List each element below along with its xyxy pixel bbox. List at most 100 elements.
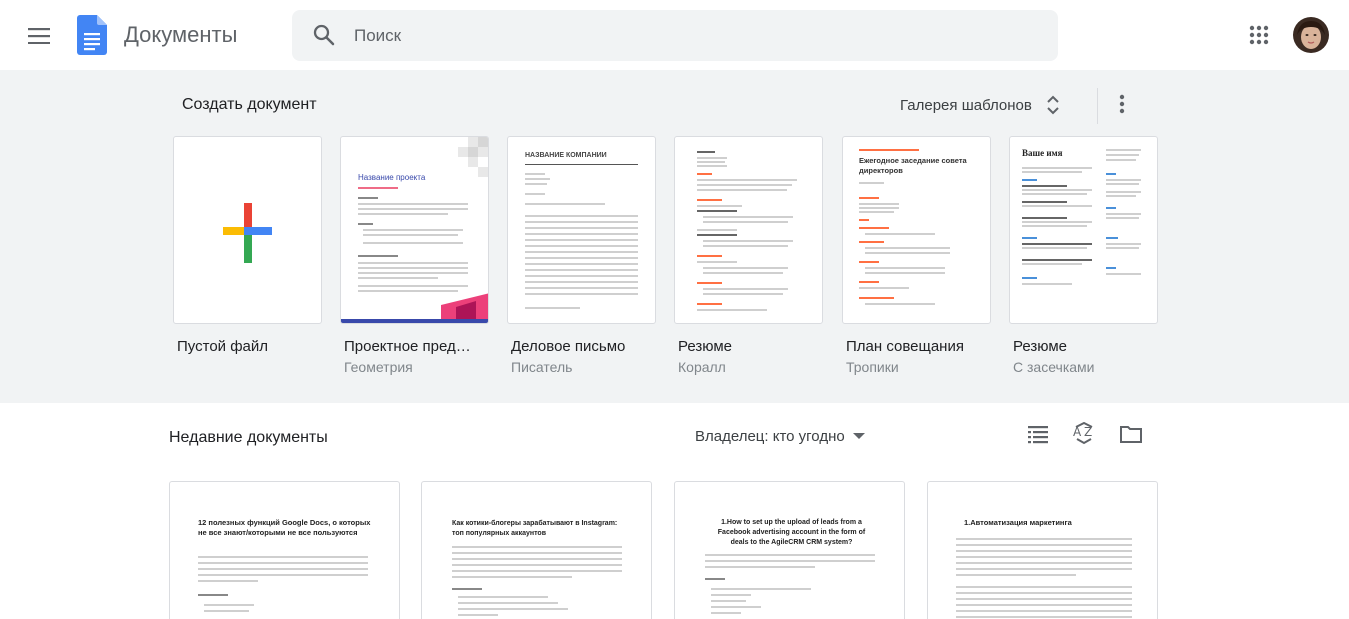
top-header: Документы bbox=[0, 0, 1349, 70]
template-name: Резюме bbox=[678, 338, 732, 355]
text-line bbox=[703, 267, 788, 269]
text-line bbox=[865, 303, 935, 305]
account-avatar[interactable] bbox=[1293, 17, 1329, 53]
text-line bbox=[956, 586, 1132, 588]
text-line bbox=[204, 604, 254, 606]
text-line bbox=[697, 210, 737, 212]
preview-company-name: НАЗВАНИЕ КОМПАНИИ bbox=[525, 152, 607, 159]
text-line bbox=[711, 600, 746, 602]
search-input[interactable] bbox=[354, 10, 1034, 61]
doc-preview-title: 1.How to set up the upload of leads from… bbox=[717, 519, 866, 546]
text-line bbox=[525, 233, 638, 235]
google-apps-grid-icon[interactable] bbox=[1247, 23, 1271, 47]
text-line bbox=[859, 219, 869, 221]
text-line bbox=[358, 277, 438, 279]
preview-project-title: Название проекта bbox=[358, 173, 426, 182]
text-line bbox=[697, 165, 727, 167]
template-thumbnail[interactable]: Ваше имя bbox=[1009, 136, 1158, 324]
template-resume-serif[interactable]: Ваше имя Резюме С засечками bbox=[1009, 136, 1158, 375]
main-menu-button[interactable] bbox=[22, 19, 56, 53]
text-line bbox=[198, 580, 258, 582]
text-line bbox=[697, 189, 787, 191]
text-line bbox=[705, 578, 725, 580]
recent-doc-card[interactable]: 1.Автоматизация маркетинга bbox=[927, 481, 1158, 619]
template-project-proposal[interactable]: Название проекта Проектное пред… Геометр… bbox=[340, 136, 489, 375]
text-line bbox=[525, 263, 638, 265]
text-line bbox=[956, 574, 1076, 576]
text-line bbox=[1106, 217, 1139, 219]
template-subtitle: Писатель bbox=[511, 359, 573, 375]
text-line bbox=[525, 287, 638, 289]
recent-doc-card[interactable]: Как котики-блогеры зарабатывают в Instag… bbox=[421, 481, 652, 619]
text-line bbox=[525, 183, 547, 185]
more-options-icon[interactable] bbox=[1110, 92, 1134, 116]
template-meeting-plan[interactable]: Ежегодное заседание совета директоров Пл… bbox=[842, 136, 991, 375]
text-line bbox=[1022, 193, 1087, 195]
template-subtitle: Коралл bbox=[678, 359, 726, 375]
recent-doc-card[interactable]: 12 полезных функций Google Docs, о котор… bbox=[169, 481, 400, 619]
dropdown-arrow-icon bbox=[852, 433, 865, 439]
text-line bbox=[525, 251, 638, 253]
text-line bbox=[865, 267, 945, 269]
template-name: Резюме bbox=[1013, 338, 1067, 355]
text-line bbox=[859, 287, 909, 289]
template-gallery-section: Создать документ Галерея шаблонов Пустой… bbox=[0, 70, 1349, 403]
text-line bbox=[358, 290, 458, 292]
folder-icon[interactable] bbox=[1119, 422, 1143, 446]
recent-documents-heading: Недавние документы bbox=[169, 429, 328, 446]
recent-doc-card[interactable]: 1.How to set up the upload of leads from… bbox=[674, 481, 905, 619]
template-business-letter[interactable]: НАЗВАНИЕ КОМПАНИИ Деловое письмо Писател bbox=[507, 136, 656, 375]
text-line bbox=[1022, 221, 1092, 223]
text-line bbox=[956, 538, 1132, 540]
search-icon[interactable] bbox=[312, 23, 336, 47]
text-line bbox=[1022, 247, 1087, 249]
search-box[interactable] bbox=[292, 10, 1058, 61]
text-line bbox=[198, 556, 368, 558]
google-docs-logo-icon[interactable] bbox=[77, 15, 107, 55]
text-line bbox=[956, 556, 1132, 558]
text-line bbox=[1106, 179, 1141, 181]
template-resume-coral[interactable]: Резюме Коралл bbox=[674, 136, 823, 375]
list-view-icon[interactable] bbox=[1026, 422, 1050, 446]
text-line bbox=[198, 594, 228, 596]
text-line bbox=[525, 215, 638, 217]
text-line bbox=[859, 197, 879, 199]
template-thumbnail[interactable] bbox=[674, 136, 823, 324]
template-thumbnail[interactable]: Название проекта bbox=[340, 136, 489, 324]
text-line bbox=[956, 598, 1132, 600]
text-line bbox=[1106, 207, 1116, 209]
text-line bbox=[697, 205, 742, 207]
text-line bbox=[697, 157, 727, 159]
text-line bbox=[859, 207, 899, 209]
text-line bbox=[697, 309, 767, 311]
text-line bbox=[452, 564, 622, 566]
text-line bbox=[1022, 189, 1092, 191]
owner-filter-dropdown[interactable]: Владелец: кто угодно bbox=[695, 424, 865, 448]
text-line bbox=[1106, 154, 1139, 156]
text-line bbox=[697, 161, 725, 163]
text-line bbox=[525, 173, 545, 175]
template-thumbnail[interactable] bbox=[173, 136, 322, 324]
text-line bbox=[525, 293, 638, 295]
text-line bbox=[1106, 195, 1136, 197]
template-subtitle: С засечками bbox=[1013, 359, 1095, 375]
text-line bbox=[525, 178, 550, 180]
template-gallery-button[interactable]: Галерея шаблонов bbox=[900, 90, 1062, 120]
template-blank[interactable]: Пустой файл bbox=[173, 136, 322, 355]
template-gallery-label: Галерея шаблонов bbox=[900, 96, 1032, 114]
text-line bbox=[1106, 183, 1139, 185]
template-thumbnail[interactable]: Ежегодное заседание совета директоров bbox=[842, 136, 991, 324]
app-title[interactable]: Документы bbox=[124, 22, 237, 48]
text-line bbox=[452, 570, 622, 572]
sort-az-icon[interactable]: A Z bbox=[1072, 422, 1096, 446]
text-line bbox=[358, 272, 468, 274]
text-line bbox=[1106, 149, 1141, 151]
text-line bbox=[525, 245, 638, 247]
text-line bbox=[697, 303, 722, 305]
text-line bbox=[525, 193, 545, 195]
text-line bbox=[358, 267, 468, 269]
text-line bbox=[956, 604, 1132, 606]
template-thumbnail[interactable]: НАЗВАНИЕ КОМПАНИИ bbox=[507, 136, 656, 324]
text-line bbox=[358, 262, 468, 264]
text-line bbox=[358, 208, 468, 210]
